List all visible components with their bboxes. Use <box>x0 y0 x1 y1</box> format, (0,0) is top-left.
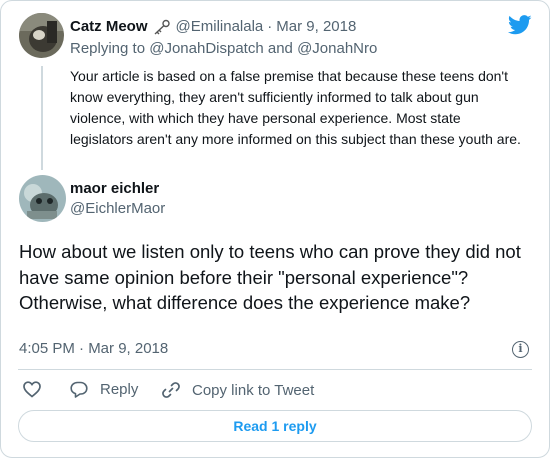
mention-jonahnro[interactable]: @JonahNro <box>297 40 377 57</box>
parent-header: Catz Meow @Emilinalala · Mar 9, 2018 <box>70 18 356 35</box>
main-avatar-image <box>19 175 66 222</box>
thread-connector-line <box>41 66 43 170</box>
parent-handle[interactable]: @Emilinalala <box>176 18 264 35</box>
replying-prefix: Replying to <box>70 40 146 57</box>
read-reply-label: Read 1 reply <box>233 418 317 434</box>
parent-display-name[interactable]: Catz Meow <box>70 18 148 35</box>
main-header: maor eichler @EichlerMaor <box>70 180 165 217</box>
like-button[interactable] <box>23 381 53 398</box>
parent-avatar-image <box>19 13 64 58</box>
main-tweet-text: How about we listen only to teens who ca… <box>19 241 521 313</box>
reply-icon <box>70 381 88 398</box>
parent-date[interactable]: Mar 9, 2018 <box>276 18 356 35</box>
copy-link-button[interactable]: Copy link to Tweet <box>162 381 314 399</box>
copy-link-label: Copy link to Tweet <box>192 381 315 399</box>
parent-avatar[interactable] <box>19 13 64 58</box>
parent-tweet-text: Your article is based on a false premise… <box>70 68 521 147</box>
reply-button[interactable]: Reply <box>70 381 138 398</box>
twitter-bird-icon[interactable] <box>508 15 532 35</box>
tweet-timestamp[interactable]: 4:05 PM · Mar 9, 2018 <box>19 340 168 357</box>
replying-to: Replying to @JonahDispatch and @JonahNro <box>70 40 377 57</box>
main-avatar[interactable] <box>19 175 66 222</box>
mention-jonahdispatch[interactable]: @JonahDispatch <box>149 40 263 57</box>
read-reply-button[interactable]: Read 1 reply <box>18 410 532 442</box>
replying-and: and <box>267 40 293 57</box>
heart-icon <box>23 381 41 398</box>
main-handle[interactable]: @EichlerMaor <box>70 200 165 217</box>
divider <box>18 369 532 370</box>
info-icon[interactable]: i <box>512 341 529 358</box>
main-display-name[interactable]: maor eichler <box>70 180 165 197</box>
link-icon <box>162 382 180 398</box>
tweet-card: Catz Meow @Emilinalala · Mar 9, 2018 Rep… <box>0 0 550 458</box>
reply-label: Reply <box>100 381 139 398</box>
key-icon <box>154 19 170 35</box>
separator-dot: · <box>267 18 273 35</box>
